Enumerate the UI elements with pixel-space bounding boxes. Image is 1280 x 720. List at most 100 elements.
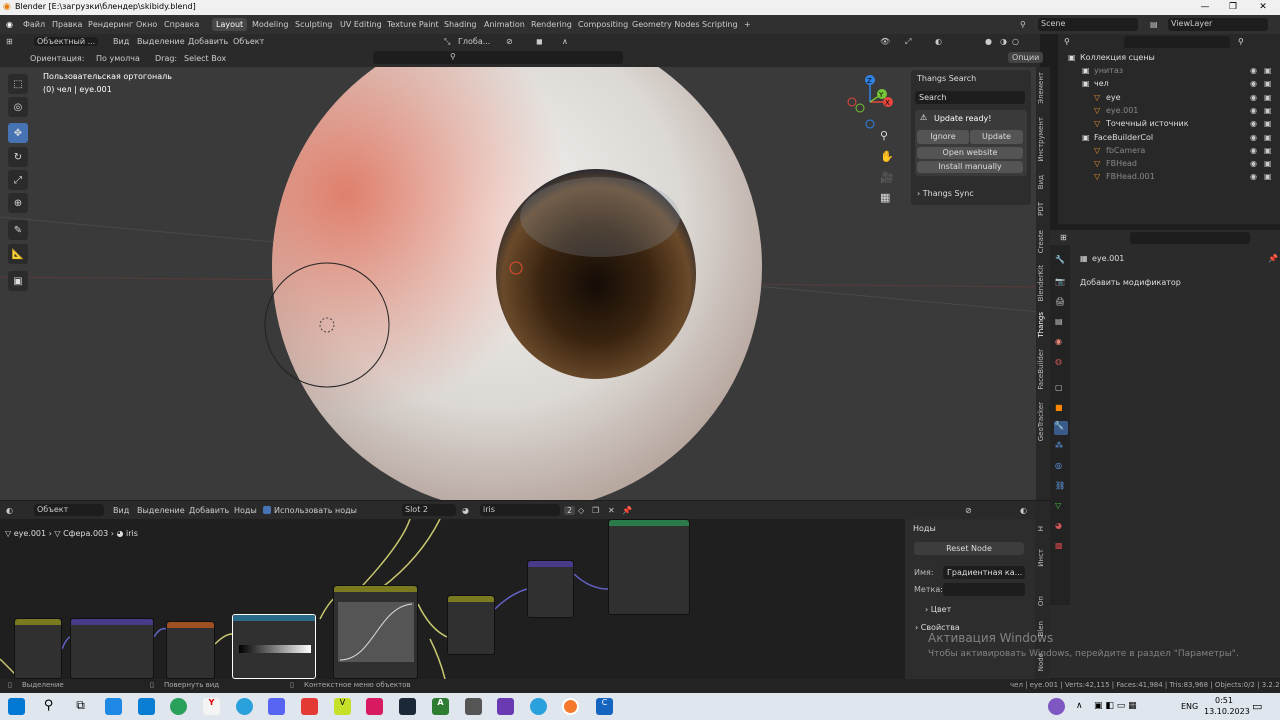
node-name-field[interactable]: Градиентная ка... [943, 566, 1025, 579]
tray-icons[interactable]: ▣ ◧ ▭ ▦ [1094, 701, 1137, 711]
outliner-item[interactable]: ▽ eye ◉ ▣ [1058, 92, 1280, 105]
thangs-sync-section[interactable]: › Thangs Sync [917, 189, 974, 198]
tab-tool[interactable]: Инструмент [1037, 117, 1045, 162]
properties-type-icon[interactable]: ⊞ [1060, 233, 1067, 242]
node-mode-selector[interactable]: Объект [34, 504, 104, 516]
falloff-icon[interactable]: ∧ [562, 37, 568, 46]
app-icon[interactable] [465, 698, 482, 715]
scene-tab-icon[interactable]: ◉ [1055, 337, 1062, 346]
telegram-icon[interactable] [236, 698, 253, 715]
viewport-search-bar[interactable] [373, 51, 623, 64]
node-editor-canvas[interactable]: ▽ eye.001 › ▽ Сфера.003 › ◕ iris [0, 519, 905, 679]
render-camera-icon[interactable]: ▣ [1264, 119, 1272, 128]
outliner-item[interactable]: ▽ eye.001 ◉ ▣ [1058, 105, 1280, 118]
render-camera-icon[interactable]: ▣ [1264, 172, 1272, 181]
tab-modeling[interactable]: Modeling [248, 18, 292, 31]
color-section[interactable]: › Цвет [925, 605, 951, 614]
duplicate-material-icon[interactable]: ❐ [592, 506, 599, 515]
visibility-eye-icon[interactable]: ◉ [1250, 159, 1257, 168]
tab-item[interactable]: Элемент [1037, 72, 1045, 104]
outliner-item[interactable]: ▽ FBHead ◉ ▣ [1058, 158, 1280, 171]
tab-shading[interactable]: Shading [440, 18, 481, 31]
proportional-icon[interactable]: ◼ [536, 37, 543, 46]
visibility-eye-icon[interactable]: ◉ [1250, 172, 1257, 181]
viewport-menu-add[interactable]: Добавить [188, 37, 228, 46]
blender-menu-icon[interactable]: ◉ [6, 20, 13, 29]
visibility-eye-icon[interactable]: ◉ [1250, 119, 1257, 128]
filter-icon[interactable]: ⚲ [1238, 37, 1244, 46]
drag-selector[interactable]: Select Box [184, 54, 226, 63]
node-geometry[interactable] [14, 618, 62, 679]
pin-icon[interactable]: 📌 [1268, 254, 1278, 263]
node-color-ramp[interactable] [232, 614, 316, 679]
constraint-tab-icon[interactable]: ⛓ [1055, 481, 1065, 490]
zoom-icon[interactable]: ⚲ [880, 129, 888, 142]
outliner-item[interactable]: ▣ чел ◉ ▣ [1058, 78, 1280, 91]
windows-start-icon[interactable] [8, 698, 25, 715]
overlay-icon[interactable]: ◐ [935, 37, 942, 46]
alice-icon[interactable] [1048, 698, 1065, 715]
tab-layout[interactable]: Layout [212, 18, 248, 31]
view-layer-selector[interactable]: ViewLayer [1168, 18, 1268, 31]
outliner-search-input[interactable] [1124, 36, 1230, 48]
outliner-item[interactable]: ▣ FaceBuilderCol ◉ ▣ [1058, 132, 1280, 145]
render-camera-icon[interactable]: ▣ [1264, 93, 1272, 102]
visibility-eye-icon[interactable]: ◉ [1250, 106, 1257, 115]
physics-tab-icon[interactable]: ◎ [1055, 461, 1062, 470]
menu-edit[interactable]: Правка [52, 20, 82, 29]
menu-render[interactable]: Рендеринг [88, 20, 133, 29]
properties-search-input[interactable] [1130, 232, 1250, 244]
tool-tab-icon[interactable]: 🔧 [1055, 255, 1065, 264]
add-modifier-dropdown[interactable]: Добавить модификатор [1078, 276, 1276, 290]
menu-file[interactable]: Файл [23, 20, 45, 29]
node-principled-bsdf[interactable] [608, 519, 690, 615]
opera-icon[interactable] [301, 698, 318, 715]
cursor-tool-icon[interactable]: ◎ [8, 97, 28, 117]
add-workspace-icon[interactable]: + [744, 20, 751, 29]
pan-hand-icon[interactable]: ✋ [880, 150, 894, 163]
visibility-eye-icon[interactable]: ◉ [1250, 66, 1257, 75]
render-camera-icon[interactable]: ▣ [1264, 66, 1272, 75]
unlink-material-icon[interactable]: ✕ [608, 506, 615, 515]
outliner-item[interactable]: ▣ унитаз ◉ ▣ [1058, 65, 1280, 78]
render-camera-icon[interactable]: ▣ [1264, 133, 1272, 142]
store-icon[interactable] [138, 698, 155, 715]
open-website-button[interactable]: Open website [917, 147, 1023, 159]
texture-tab-icon[interactable]: ▩ [1055, 541, 1063, 550]
outliner-item[interactable]: ▽ fbCamera ◉ ▣ [1058, 145, 1280, 158]
data-tab-icon[interactable]: ▽ [1055, 501, 1061, 510]
object-tab-icon[interactable]: ■ [1055, 403, 1063, 412]
node-tab-options[interactable]: Оп [1037, 596, 1045, 606]
edge-icon[interactable] [170, 698, 187, 715]
navigation-gizmo[interactable]: Z X Y [840, 72, 900, 132]
visibility-eye-icon[interactable]: ◉ [1250, 93, 1257, 102]
world-tab-icon[interactable]: ◍ [1055, 357, 1062, 366]
modifier-tab-icon[interactable]: 🔧 [1054, 421, 1068, 435]
use-nodes-checkbox[interactable] [263, 506, 271, 514]
node-normal-map[interactable] [527, 560, 574, 618]
visibility-eye-icon[interactable]: ◉ [1250, 79, 1257, 88]
tab-rendering[interactable]: Rendering [527, 18, 576, 31]
tray-chevron-icon[interactable]: ∧ [1076, 701, 1083, 711]
update-button[interactable]: Update [970, 130, 1023, 144]
node-menu-add[interactable]: Добавить [189, 506, 229, 515]
measure-tool-icon[interactable]: 📐 [8, 244, 28, 264]
visibility-eye-icon[interactable]: ◉ [1250, 133, 1257, 142]
steam-icon[interactable] [399, 698, 416, 715]
node-invert[interactable] [447, 595, 495, 655]
pin-node-icon[interactable]: 📌 [622, 506, 632, 515]
tab-blenderkit[interactable]: BlenderKit [1037, 265, 1045, 301]
search-icon[interactable]: ⚲ [40, 698, 57, 715]
vector-icon[interactable]: V [334, 698, 351, 715]
thangs-search-input[interactable]: Search [915, 91, 1025, 104]
tab-scripting[interactable]: Scripting [698, 18, 742, 31]
3d-viewport[interactable]: Пользовательская ортогональ (0) чел | ey… [0, 67, 1040, 500]
node-menu-view[interactable]: Вид [113, 506, 129, 515]
viewport-menu-select[interactable]: Выделение [137, 37, 185, 46]
mail-icon[interactable] [105, 698, 122, 715]
visibility-eye-icon[interactable]: ◉ [1250, 146, 1257, 155]
visual-studio-icon[interactable] [497, 698, 514, 715]
menu-help[interactable]: Справка [164, 20, 199, 29]
reset-node-button[interactable]: Reset Node [914, 542, 1024, 555]
outliner-item[interactable]: ▽ FBHead.001 ◉ ▣ [1058, 171, 1280, 184]
